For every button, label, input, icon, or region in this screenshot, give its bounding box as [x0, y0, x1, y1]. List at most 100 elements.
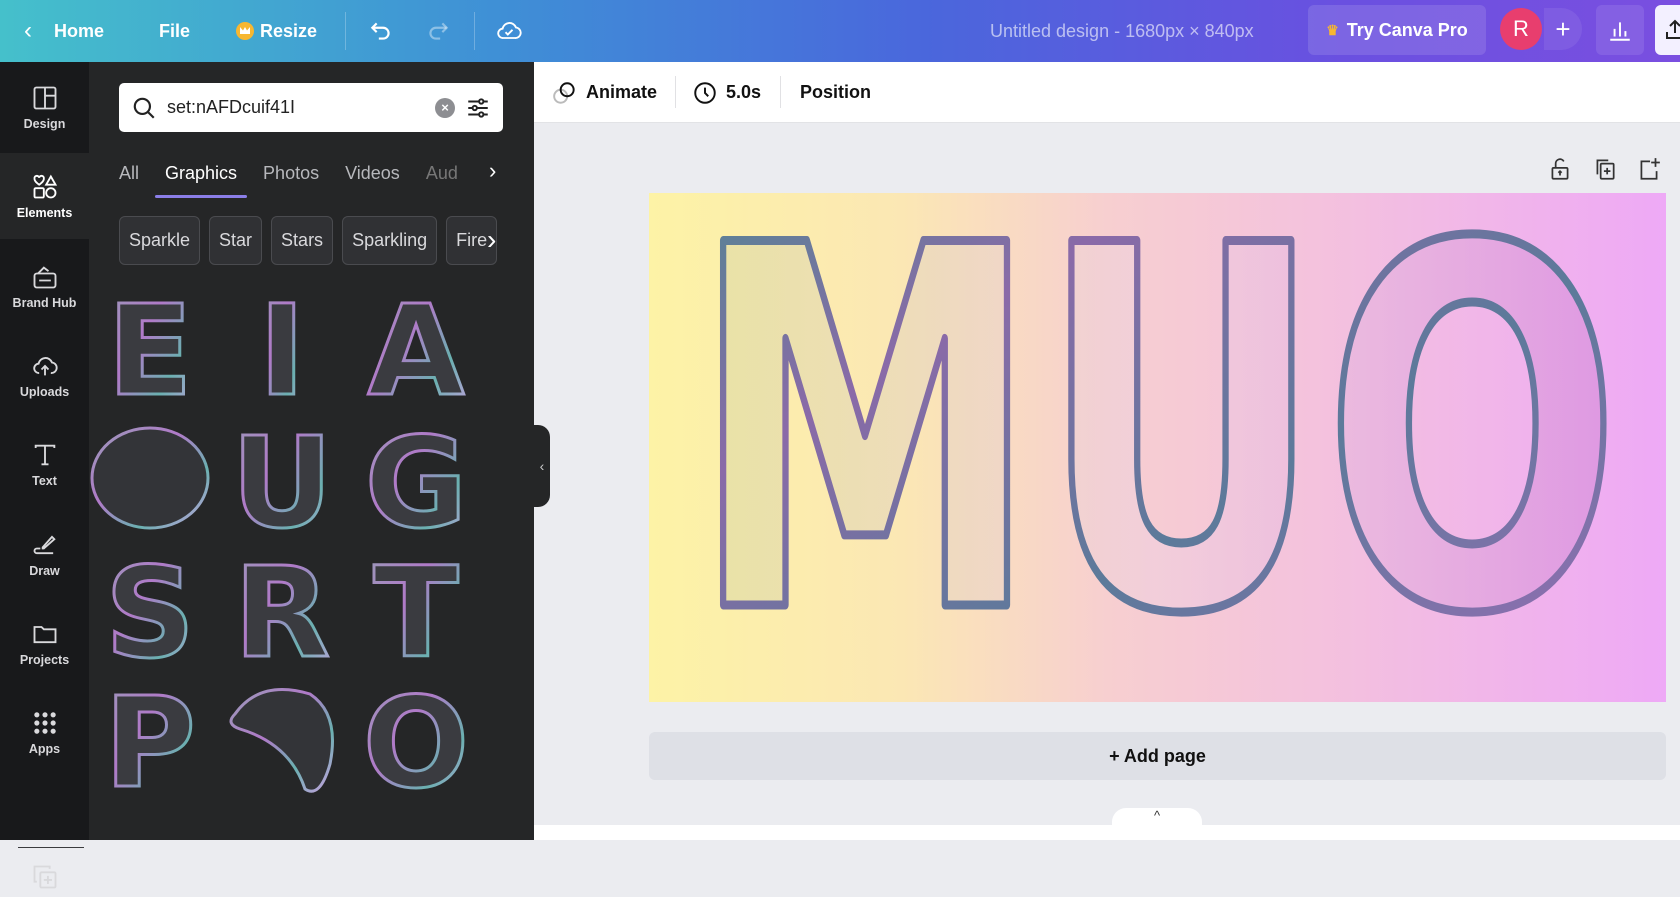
share-button[interactable]: [1655, 5, 1680, 55]
chip[interactable]: Sparkling: [342, 216, 438, 265]
design-canvas[interactable]: MUO: [649, 193, 1666, 702]
apps-icon: [33, 711, 56, 734]
resize-label: Resize: [260, 20, 318, 41]
rail-item-add[interactable]: [0, 857, 89, 897]
try-pro-button[interactable]: ♛ Try Canva Pro: [1308, 5, 1486, 55]
tab-audio[interactable]: Aud: [426, 163, 458, 184]
chevron-left-icon: ‹: [24, 17, 32, 44]
design-title[interactable]: Untitled design - 1680px × 840px: [990, 0, 1254, 62]
rail-item-uploads[interactable]: Uploads: [0, 332, 89, 418]
duplicate-page-icon[interactable]: [1592, 156, 1618, 182]
share-icon: [1666, 19, 1680, 39]
graphic-item[interactable]: O: [354, 670, 479, 818]
graphic-item[interactable]: U: [220, 410, 345, 558]
tab-all[interactable]: All: [119, 163, 139, 184]
rail-item-brand-hub[interactable]: Brand Hub: [0, 243, 89, 329]
file-menu[interactable]: File: [159, 0, 190, 62]
add-page-button[interactable]: + Add page: [649, 732, 1666, 780]
chip[interactable]: Stars: [271, 216, 334, 265]
undo-button[interactable]: [368, 0, 394, 62]
show-pages-button[interactable]: ^: [1112, 808, 1202, 826]
divider: [780, 76, 781, 108]
graphic-item[interactable]: P: [88, 670, 213, 818]
divider: [18, 847, 84, 848]
bubble-letter-graphic: T: [372, 540, 460, 688]
shapes-icon: [33, 174, 57, 198]
rail-label: Draw: [29, 563, 60, 578]
context-toolbar: Animate 5.0s Position: [534, 62, 1680, 123]
animate-button[interactable]: Animate: [552, 62, 657, 123]
tab-videos[interactable]: Videos: [345, 163, 400, 184]
graphic-item[interactable]: T: [354, 540, 479, 688]
position-button[interactable]: Position: [800, 62, 871, 123]
search-box: ×: [119, 83, 503, 132]
chip[interactable]: Sparkle: [119, 216, 201, 265]
graphic-item[interactable]: E: [88, 278, 213, 426]
rail-item-apps[interactable]: Apps: [0, 689, 89, 775]
graphic-item[interactable]: [220, 674, 345, 802]
avatar[interactable]: R: [1500, 8, 1542, 50]
graphic-item[interactable]: R: [220, 540, 345, 688]
redo-button[interactable]: [425, 0, 451, 62]
search-icon: [133, 97, 155, 119]
home-button[interactable]: ‹ Home: [24, 0, 104, 62]
graphic-item[interactable]: A: [354, 278, 479, 426]
graphic-item[interactable]: [88, 414, 213, 542]
crown-icon: [236, 22, 254, 40]
divider: [675, 76, 676, 108]
bottom-bar: [534, 825, 1680, 840]
chip[interactable]: Star: [209, 216, 263, 265]
rail-item-projects[interactable]: Projects: [0, 600, 89, 686]
clear-search-button[interactable]: ×: [435, 97, 455, 118]
copy-plus-icon: [33, 865, 56, 889]
draw-icon: [33, 534, 56, 554]
tab-photos[interactable]: Photos: [263, 163, 319, 184]
rail-item-design[interactable]: Design: [0, 64, 89, 150]
graphic-letter: S: [105, 544, 195, 672]
bubble-letter-graphic: O: [361, 670, 470, 818]
collapse-panel-button[interactable]: ‹: [534, 425, 550, 507]
crown-icon: ♛: [1326, 21, 1339, 38]
graphic-letter: E: [107, 282, 192, 410]
insights-button[interactable]: [1596, 5, 1644, 55]
bubble-letter-graphic: A: [366, 278, 466, 426]
bubble-letter-graphic: [90, 426, 210, 530]
bubble-letter-graphic: S: [103, 540, 196, 688]
filter-icon[interactable]: [465, 95, 491, 121]
top-bar: ‹ Home File Resize Untitled design - 1680…: [0, 0, 1680, 62]
chevron-up-icon: ^: [1153, 808, 1161, 823]
tab-graphics[interactable]: Graphics: [155, 163, 248, 198]
animate-label: Animate: [586, 82, 658, 102]
graphic-letter: I: [259, 282, 306, 410]
bubble-letter-graphic: [229, 688, 334, 793]
rail-item-draw[interactable]: Draw: [0, 511, 89, 597]
animate-icon: [553, 81, 575, 104]
suggestion-chips: Sparkle Star Stars Sparkling Fire: [119, 216, 503, 265]
rail-label: Elements: [16, 205, 73, 220]
add-page-icon[interactable]: [1636, 156, 1662, 182]
rail-item-elements[interactable]: Elements: [0, 153, 89, 239]
bubble-letter-graphic: P: [103, 670, 198, 818]
graphic-letter: P: [104, 674, 196, 802]
category-tabs: All Graphics Photos Videos Aud: [119, 150, 519, 198]
graphic-item[interactable]: S: [88, 540, 213, 688]
search-input[interactable]: [167, 97, 425, 118]
resize-button[interactable]: Resize: [236, 0, 317, 62]
graphic-item[interactable]: I: [220, 278, 345, 426]
rail-item-text[interactable]: Text: [0, 421, 89, 507]
graphic-letter: A: [368, 282, 465, 410]
chips-scroll-right-icon[interactable]: ›: [487, 224, 496, 256]
cloud-check-icon: [497, 22, 522, 39]
save-status-button[interactable]: [495, 0, 523, 62]
graphic-item[interactable]: G: [354, 410, 479, 558]
bubble-letter-graphic: G: [363, 410, 469, 558]
graphic-letter: O: [363, 674, 469, 802]
duration-button[interactable]: 5.0s: [692, 62, 761, 123]
tabs-scroll-right-icon[interactable]: ›: [489, 158, 496, 184]
lock-icon[interactable]: [1547, 156, 1573, 182]
invite-button[interactable]: +: [1544, 8, 1582, 50]
bubble-letters-graphic[interactable]: MUO: [649, 193, 1666, 702]
elements-panel: × All Graphics Photos Videos Aud › Spark…: [89, 62, 534, 840]
cloud-upload-icon: [32, 356, 58, 375]
rail-label: Uploads: [19, 384, 70, 399]
